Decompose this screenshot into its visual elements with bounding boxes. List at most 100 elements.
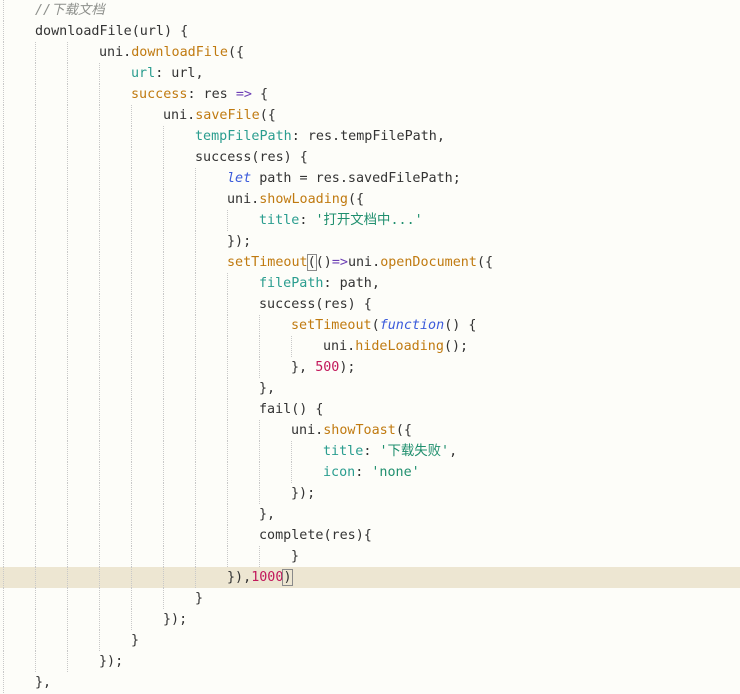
code-token: fail() { xyxy=(259,402,324,417)
code-text: setTimeout(function() { xyxy=(291,315,476,336)
indent-guide xyxy=(163,147,164,168)
indent-guide xyxy=(35,252,36,273)
code-token: let xyxy=(227,171,252,186)
indent-guide xyxy=(35,567,36,588)
code-line[interactable]: uni.hideLoading(); xyxy=(0,336,740,357)
indent-guide xyxy=(195,525,196,546)
code-token: icon xyxy=(323,465,356,480)
indent-guide xyxy=(163,378,164,399)
indent-guide xyxy=(131,567,132,588)
code-line[interactable]: success(res) { xyxy=(0,294,740,315)
code-line[interactable]: }),1000) xyxy=(0,567,740,588)
code-line[interactable]: }); xyxy=(0,231,740,252)
code-line[interactable]: success(res) { xyxy=(0,147,740,168)
code-token: ); xyxy=(339,360,356,375)
code-line[interactable]: //下载文档 xyxy=(0,0,740,21)
indent-guide xyxy=(163,588,164,609)
code-line[interactable]: tempFilePath: res.tempFilePath, xyxy=(0,126,740,147)
indent-guide xyxy=(67,567,68,588)
code-line[interactable]: success: res => { xyxy=(0,84,740,105)
indent-guide xyxy=(131,609,132,630)
code-line[interactable]: filePath: path, xyxy=(0,273,740,294)
indent-guide xyxy=(35,504,36,525)
indent-guide xyxy=(67,189,68,210)
indent-guide xyxy=(99,84,100,105)
code-text: success(res) { xyxy=(195,147,308,168)
indent-guide xyxy=(99,378,100,399)
indent-guide xyxy=(35,441,36,462)
indent-guide xyxy=(195,315,196,336)
code-editor[interactable]: //下载文档 downloadFile(url) {uni.downloadFil… xyxy=(0,0,740,694)
code-line[interactable]: }); xyxy=(0,651,740,672)
code-text: fail() { xyxy=(259,399,324,420)
code-line[interactable]: let path = res.savedFilePath; xyxy=(0,168,740,189)
indent-guide xyxy=(291,462,292,483)
code-token: uni. xyxy=(323,339,356,354)
code-line[interactable]: complete(res){ xyxy=(0,525,740,546)
indent-guide xyxy=(35,630,36,651)
text-cursor xyxy=(291,569,293,585)
code-line[interactable]: }); xyxy=(0,609,740,630)
code-line[interactable]: uni.showToast({ xyxy=(0,420,740,441)
code-line[interactable]: setTimeout(function() { xyxy=(0,315,740,336)
code-line[interactable]: url: url, xyxy=(0,63,740,84)
code-line[interactable]: icon: 'none' xyxy=(0,462,740,483)
code-token: success(res) { xyxy=(259,297,372,312)
code-line[interactable]: uni.showLoading({ xyxy=(0,189,740,210)
code-text: uni.showToast({ xyxy=(291,420,412,441)
code-line[interactable]: fail() { xyxy=(0,399,740,420)
code-line[interactable]: title: '打开文档中...' xyxy=(0,210,740,231)
indent-guide xyxy=(131,357,132,378)
indent-guide xyxy=(227,294,228,315)
indent-guide xyxy=(131,252,132,273)
indent-guide xyxy=(3,189,4,210)
code-line[interactable]: title: '下载失败', xyxy=(0,441,740,462)
indent-guide xyxy=(35,420,36,441)
code-token: { xyxy=(251,87,269,102)
code-token: ({ xyxy=(259,108,276,123)
code-token: }); xyxy=(99,654,124,669)
code-token: function xyxy=(379,318,445,333)
code-token: uni. xyxy=(347,255,381,270)
code-line[interactable]: }, xyxy=(0,504,740,525)
code-line[interactable]: }, xyxy=(0,378,740,399)
code-token: } xyxy=(291,549,300,564)
indent-guide xyxy=(227,273,228,294)
indent-guide xyxy=(131,420,132,441)
code-token: : res xyxy=(187,87,236,102)
indent-guide xyxy=(67,273,68,294)
code-line[interactable]: }, xyxy=(0,672,740,693)
code-token: //下载文档 xyxy=(35,3,105,18)
indent-guide xyxy=(163,546,164,567)
indent-guide xyxy=(99,567,100,588)
indent-guide xyxy=(99,630,100,651)
code-line[interactable]: } xyxy=(0,546,740,567)
indent-guide xyxy=(67,630,68,651)
indent-guide xyxy=(67,147,68,168)
indent-guide xyxy=(259,315,260,336)
code-line[interactable]: uni.saveFile({ xyxy=(0,105,740,126)
code-line[interactable]: } xyxy=(0,630,740,651)
indent-guide xyxy=(3,441,4,462)
indent-guide xyxy=(3,231,4,252)
indent-guide xyxy=(3,252,4,273)
indent-guide xyxy=(131,588,132,609)
indent-guide xyxy=(291,336,292,357)
indent-guide xyxy=(35,399,36,420)
indent-guide xyxy=(163,420,164,441)
code-token: }, xyxy=(35,675,52,690)
code-line[interactable]: uni.downloadFile({ xyxy=(0,42,740,63)
code-line[interactable]: setTimeout(()=>uni.openDocument({ xyxy=(0,252,740,273)
indent-guide xyxy=(163,126,164,147)
code-token: ) xyxy=(282,569,293,586)
code-token: '下载失败' xyxy=(379,444,450,459)
code-token: : url, xyxy=(155,66,204,81)
indent-guide xyxy=(131,168,132,189)
code-line[interactable]: } xyxy=(0,588,740,609)
indent-guide xyxy=(67,588,68,609)
code-token: 500 xyxy=(315,360,340,375)
code-line[interactable]: }, 500); xyxy=(0,357,740,378)
code-line[interactable]: }); xyxy=(0,483,740,504)
code-token: tempFilePath xyxy=(195,129,292,144)
code-line[interactable]: downloadFile(url) { xyxy=(0,21,740,42)
